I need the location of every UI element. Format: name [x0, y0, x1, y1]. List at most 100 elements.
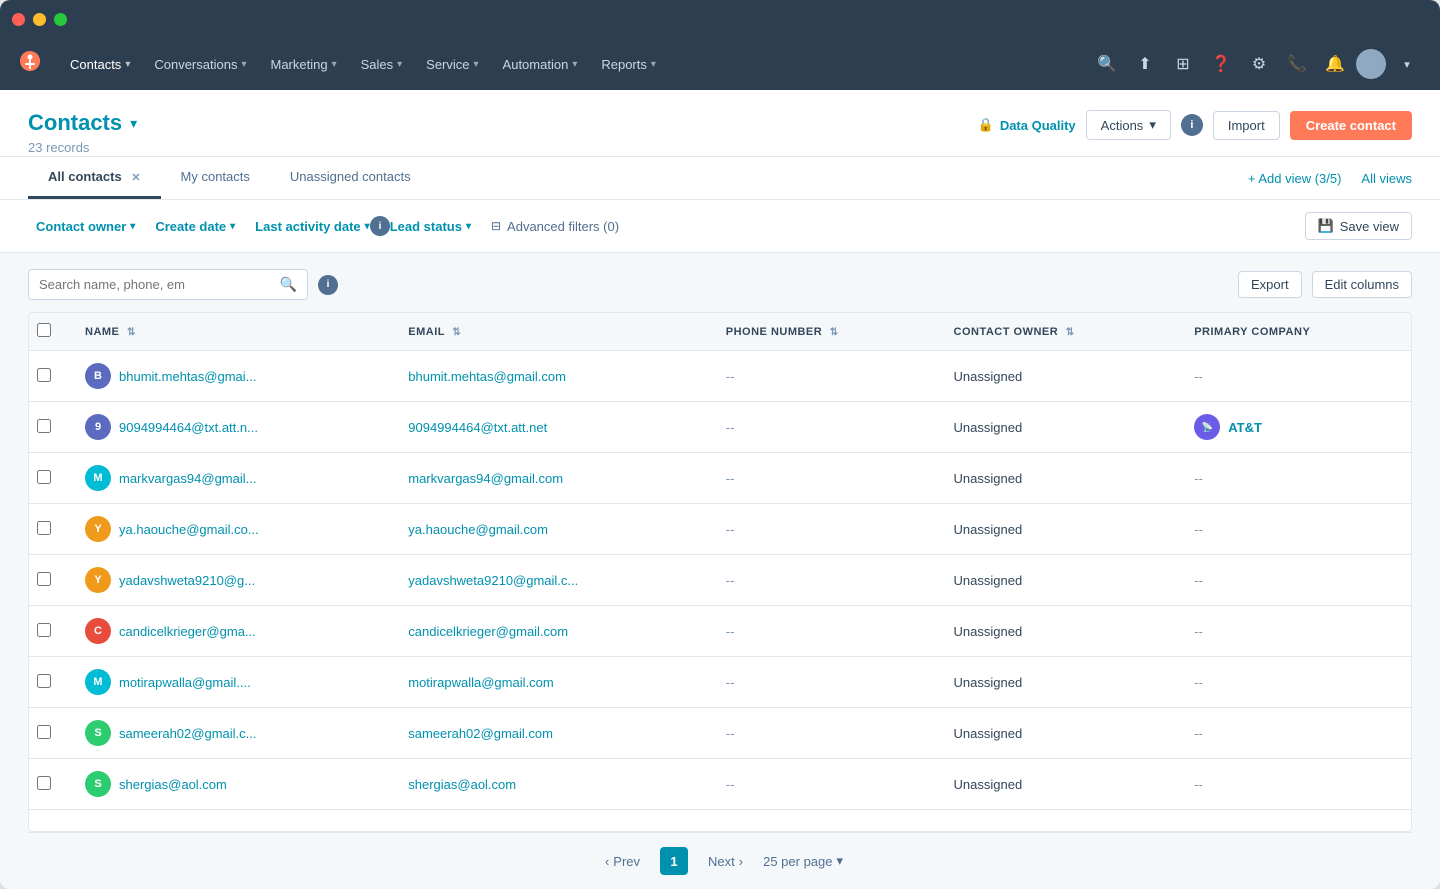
hubspot-logo[interactable] [16, 47, 44, 81]
select-all-checkbox-col[interactable] [29, 313, 69, 351]
row-checkbox[interactable] [37, 368, 51, 382]
row-checkbox[interactable] [37, 776, 51, 790]
contact-name-link[interactable]: motirapwalla@gmail.... [119, 675, 251, 690]
col-company[interactable]: PRIMARY COMPANY [1178, 313, 1411, 351]
fullscreen-button[interactable] [54, 13, 67, 26]
minimize-button[interactable] [33, 13, 46, 26]
contact-email-link[interactable]: 9094994464@txt.att.net [408, 420, 547, 435]
lead-status-filter[interactable]: Lead status ▾ [382, 215, 479, 238]
user-avatar[interactable] [1356, 49, 1386, 79]
col-name[interactable]: NAME ⇅ [69, 313, 392, 351]
table-row: Mmarkvargas94@gmail...markvargas94@gmail… [29, 453, 1411, 504]
settings-icon[interactable]: ⚙ [1242, 47, 1276, 81]
search-info-bubble[interactable]: i [318, 275, 338, 295]
nav-conversations[interactable]: Conversations ▾ [144, 51, 256, 78]
search-icon[interactable]: 🔍 [1090, 47, 1124, 81]
help-icon[interactable]: ❓ [1204, 47, 1238, 81]
actions-button[interactable]: Actions ▾ [1086, 110, 1171, 140]
account-chevron-icon[interactable]: ▾ [1390, 47, 1424, 81]
contact-owner-cell: Unassigned [938, 555, 1179, 606]
contact-name-link[interactable]: sameerah02@gmail.c... [119, 726, 256, 741]
contact-email-link[interactable]: markvargas94@gmail.com [408, 471, 563, 486]
notifications-icon[interactable]: 🔔 [1318, 47, 1352, 81]
last-activity-date-filter[interactable]: Last activity date ▾ [247, 215, 378, 238]
nav-sales[interactable]: Sales ▾ [351, 51, 413, 78]
row-checkbox[interactable] [37, 725, 51, 739]
contact-name-link[interactable]: ya.haouche@gmail.co... [119, 522, 259, 537]
contact-email-link[interactable]: shergias@aol.com [408, 777, 516, 792]
create-contact-button[interactable]: Create contact [1290, 111, 1412, 140]
contact-name-link[interactable]: yadavshweta9210@g... [119, 573, 255, 588]
col-phone[interactable]: PHONE NUMBER ⇅ [710, 313, 938, 351]
contact-email-link[interactable]: sameerah02@gmail.com [408, 726, 553, 741]
tab-my-contacts[interactable]: My contacts [161, 157, 270, 199]
col-owner[interactable]: CONTACT OWNER ⇅ [938, 313, 1179, 351]
contact-email-link[interactable]: bhumit.mehtas@gmail.com [408, 369, 566, 384]
tab-close-icon[interactable]: ✕ [131, 172, 140, 184]
company-name-link[interactable]: AT&T [1228, 420, 1262, 435]
next-button[interactable]: Next › [700, 850, 751, 873]
contact-email-cell: candicelkrieger@gmail.com [392, 606, 710, 657]
row-checkbox-cell[interactable] [29, 453, 69, 504]
row-checkbox-cell[interactable] [29, 708, 69, 759]
tab-unassigned-contacts[interactable]: Unassigned contacts [270, 157, 431, 199]
data-quality-button[interactable]: 🔒 Data Quality [978, 117, 1076, 133]
per-page-selector[interactable]: 25 per page ▾ [763, 853, 843, 869]
contact-owner-cell: Unassigned [938, 504, 1179, 555]
contacts-dropdown-icon[interactable]: ▾ [130, 115, 137, 132]
row-checkbox-cell[interactable] [29, 555, 69, 606]
search-input[interactable] [39, 277, 272, 292]
edit-columns-button[interactable]: Edit columns [1312, 271, 1412, 298]
pagination: ‹ Prev 1 Next › 25 per page ▾ [28, 832, 1412, 889]
save-view-button[interactable]: 💾 Save view [1305, 212, 1412, 240]
row-checkbox-cell[interactable] [29, 759, 69, 810]
all-views-button[interactable]: All views [1341, 159, 1412, 198]
contact-name-link[interactable]: 9094994464@txt.att.n... [119, 420, 258, 435]
contact-name-link[interactable]: bhumit.mehtas@gmai... [119, 369, 256, 384]
phone-icon[interactable]: 📞 [1280, 47, 1314, 81]
filter-info-bubble[interactable]: i [370, 216, 390, 236]
page-header: Contacts ▾ 23 records 🔒 Data Quality Act… [0, 90, 1440, 157]
row-checkbox-cell[interactable] [29, 606, 69, 657]
close-button[interactable] [12, 13, 25, 26]
contact-name-link[interactable]: markvargas94@gmail... [119, 471, 256, 486]
contact-email-link[interactable]: yadavshweta9210@gmail.c... [408, 573, 578, 588]
contact-avatar: S [85, 771, 111, 797]
row-checkbox[interactable] [37, 572, 51, 586]
row-checkbox-cell[interactable] [29, 657, 69, 708]
export-button[interactable]: Export [1238, 271, 1302, 298]
contact-name-cell: Mmarkvargas94@gmail... [69, 453, 392, 504]
add-view-button[interactable]: + Add view (3/5) [1248, 171, 1342, 186]
actions-info-bubble[interactable]: i [1181, 114, 1203, 136]
contact-email-link[interactable]: motirapwalla@gmail.com [408, 675, 553, 690]
row-checkbox[interactable] [37, 521, 51, 535]
row-checkbox[interactable] [37, 623, 51, 637]
row-checkbox[interactable] [37, 419, 51, 433]
contact-email-link[interactable]: candicelkrieger@gmail.com [408, 624, 568, 639]
marketplace-icon[interactable]: ⊞ [1166, 47, 1200, 81]
row-checkbox-cell[interactable] [29, 402, 69, 453]
nav-contacts[interactable]: Contacts ▾ [60, 51, 140, 78]
row-checkbox-cell[interactable] [29, 351, 69, 402]
tab-all-contacts[interactable]: All contacts ✕ [28, 157, 161, 199]
advanced-filters-button[interactable]: ⊟ Advanced filters (0) [483, 215, 627, 238]
create-date-filter[interactable]: Create date ▾ [147, 215, 243, 238]
row-checkbox[interactable] [37, 674, 51, 688]
contact-owner-filter[interactable]: Contact owner ▾ [28, 215, 143, 238]
prev-button[interactable]: ‹ Prev [597, 850, 648, 873]
contact-email-link[interactable]: ya.haouche@gmail.com [408, 522, 548, 537]
col-email[interactable]: EMAIL ⇅ [392, 313, 710, 351]
nav-marketing[interactable]: Marketing ▾ [260, 51, 346, 78]
nav-reports[interactable]: Reports ▾ [591, 51, 666, 78]
select-all-checkbox[interactable] [37, 323, 51, 337]
row-checkbox[interactable] [37, 470, 51, 484]
nav-automation[interactable]: Automation ▾ [493, 51, 588, 78]
company-logo: 📡 [1194, 414, 1220, 440]
nav-service[interactable]: Service ▾ [416, 51, 488, 78]
row-checkbox-cell[interactable] [29, 504, 69, 555]
contact-name-link[interactable]: shergias@aol.com [119, 777, 227, 792]
upgrade-icon[interactable]: ⬆ [1128, 47, 1162, 81]
contact-name-link[interactable]: candicelkrieger@gma... [119, 624, 256, 639]
chevron-down-icon: ▾ [125, 59, 130, 70]
import-button[interactable]: Import [1213, 111, 1280, 140]
